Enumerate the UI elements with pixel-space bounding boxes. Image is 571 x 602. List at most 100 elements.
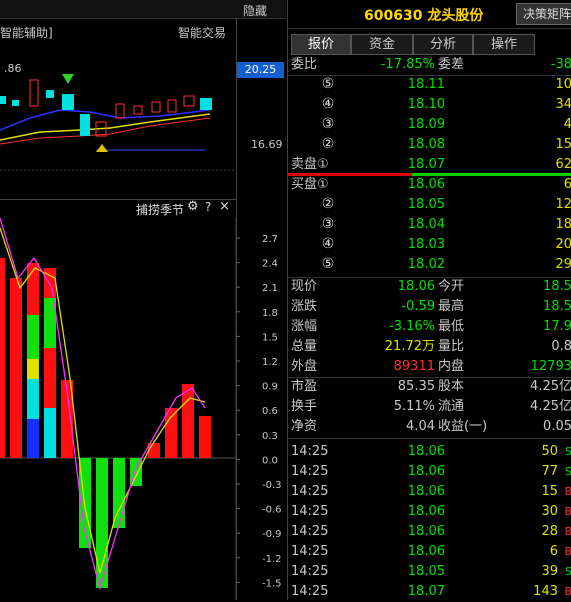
tick-direction: B	[564, 545, 571, 558]
tick-row: 14:25 18.05 39 S	[288, 562, 571, 582]
sell-level: ⑤	[321, 76, 335, 92]
candle	[200, 98, 212, 110]
buy-price: 18.04	[407, 217, 445, 232]
axis-tick-label: 1.2	[262, 357, 278, 368]
sell-price: 18.10	[407, 97, 445, 112]
quote-value: 89311	[393, 359, 435, 374]
tick-time: 14:25	[291, 584, 329, 599]
sell-arrow-icon	[62, 74, 74, 84]
quote-label: 总量	[291, 339, 318, 354]
tick-row: 14:25 18.06 6 B	[288, 542, 571, 562]
tick-time: 14:25	[291, 524, 329, 539]
buy-volume: 18	[555, 217, 571, 232]
candle	[80, 114, 90, 136]
assist-label: 智能辅助]	[0, 26, 53, 40]
tab-funds[interactable]: 资金	[351, 34, 413, 55]
quote-value2: 0.8	[551, 339, 571, 354]
buy-arrow-icon	[96, 144, 108, 152]
fin-value2: 4.25亿	[530, 379, 571, 394]
tick-price: 18.05	[407, 564, 445, 579]
axis-tick-label: 0.0	[262, 455, 278, 466]
smart-trade-link[interactable]: 智能交易	[178, 24, 226, 41]
axis-tick-label: -0.3	[262, 480, 282, 491]
quote-value2: 18.5	[543, 299, 571, 314]
sell-volume: 62	[555, 157, 571, 172]
buy-price: 18.02	[407, 257, 445, 272]
tick-time: 14:25	[291, 444, 329, 459]
tick-time: 14:25	[291, 564, 329, 579]
buy-row: 买盘① 18.06 6	[288, 175, 571, 195]
indicator-axis: 2.7 2.4 2.1 1.8 1.5 1.2 0.9 0.6 0.3 0.0 -0.3 -0.6 -0…	[236, 234, 282, 589]
candle	[29, 79, 39, 107]
axis-tick-label: 2.1	[262, 283, 278, 294]
tick-price: 18.06	[407, 444, 445, 459]
quote-label2: 内盘	[438, 359, 465, 374]
buy-volume: 20	[555, 237, 571, 252]
tick-price: 18.06	[407, 484, 445, 499]
buy-row: ③ 18.04 18	[288, 215, 571, 235]
decision-matrix-button[interactable]: 决策矩阵	[516, 3, 571, 25]
tick-volume: 15	[541, 484, 558, 499]
indicator-chart: 2.7 2.4 2.1 1.8 1.5 1.2 0.9 0.6 0.3 0.0 -0.3 -0.6 -0…	[0, 218, 282, 600]
axis-tick-label: 1.5	[262, 332, 278, 343]
buy-price: 18.03	[407, 237, 445, 252]
indicator-title: 捕捞季节	[136, 203, 185, 217]
buy-price: 18.06	[407, 177, 445, 192]
candle	[0, 96, 6, 104]
sell-level: 卖盘①	[291, 157, 329, 172]
candle	[115, 103, 125, 119]
axis-tick-label: -1.2	[262, 554, 282, 565]
fin-value2: 0.05	[543, 419, 571, 434]
quote-row: 外盘 89311 内盘 12793	[288, 357, 571, 377]
fin-label2: 收益(一)	[438, 419, 488, 434]
tick-time: 14:25	[291, 544, 329, 559]
price-low-label: 16.69	[251, 138, 283, 151]
buy-level: ③	[321, 216, 335, 232]
sell-row: ⑤ 18.11 10	[288, 75, 571, 95]
sell-row: ② 18.08 15	[288, 135, 571, 155]
indicator-bar	[10, 278, 22, 458]
indicator-bar	[165, 408, 177, 458]
close-icon[interactable]: ×	[219, 199, 230, 214]
gear-icon[interactable]: ⚙	[187, 199, 199, 214]
axis-tick-label: -0.6	[262, 505, 282, 516]
tick-direction: S	[565, 465, 571, 478]
quote-row: 涨幅 -3.16% 最低 17.9	[288, 317, 571, 337]
quote-label2: 最低	[438, 319, 465, 334]
tick-direction: B	[564, 525, 571, 538]
quote-label: 外盘	[291, 359, 318, 374]
buy-row: ⑤ 18.02 29	[288, 255, 571, 275]
tick-row: 14:25 18.06 28 B	[288, 522, 571, 542]
tab-quote[interactable]: 报价	[291, 34, 351, 55]
hide-button[interactable]: 隐藏	[243, 2, 267, 19]
fin-row: 市盈 85.35 股本 4.25亿	[288, 377, 571, 397]
tick-price: 18.06	[407, 464, 445, 479]
sell-level: ③	[321, 116, 335, 132]
indicator-bar	[27, 419, 39, 458]
candle	[133, 105, 143, 115]
indicator-bar	[44, 408, 56, 458]
sell-row: ④ 18.10 34	[288, 95, 571, 115]
buy-level: ④	[321, 236, 335, 252]
quote-label2: 今开	[438, 279, 465, 294]
quote-label: 现价	[291, 279, 318, 294]
tick-price: 18.06	[407, 504, 445, 519]
sell-price: 18.08	[407, 137, 445, 152]
buy-volume: 12	[555, 197, 571, 212]
axis-tick-label: 1.8	[262, 308, 278, 319]
sell-row: ③ 18.09 4	[288, 115, 571, 135]
sell-price: 18.09	[407, 117, 445, 132]
indicator-bar	[148, 443, 160, 458]
tick-time: 14:25	[291, 464, 329, 479]
quote-label: 涨幅	[291, 319, 318, 334]
sell-price: 18.07	[407, 157, 445, 172]
fin-label: 换手	[291, 399, 318, 414]
axis-tick-label: 0.3	[262, 431, 278, 442]
tab-analysis[interactable]: 分析	[413, 34, 473, 55]
tab-operation[interactable]: 操作	[473, 34, 535, 55]
fin-value: 4.04	[406, 419, 435, 434]
quote-row: 现价 18.06 今开 18.5	[288, 277, 571, 297]
help-icon[interactable]: ?	[205, 200, 211, 214]
stock-title: 600630 龙头股份	[364, 8, 484, 24]
quote-value2: 12793	[530, 359, 571, 374]
